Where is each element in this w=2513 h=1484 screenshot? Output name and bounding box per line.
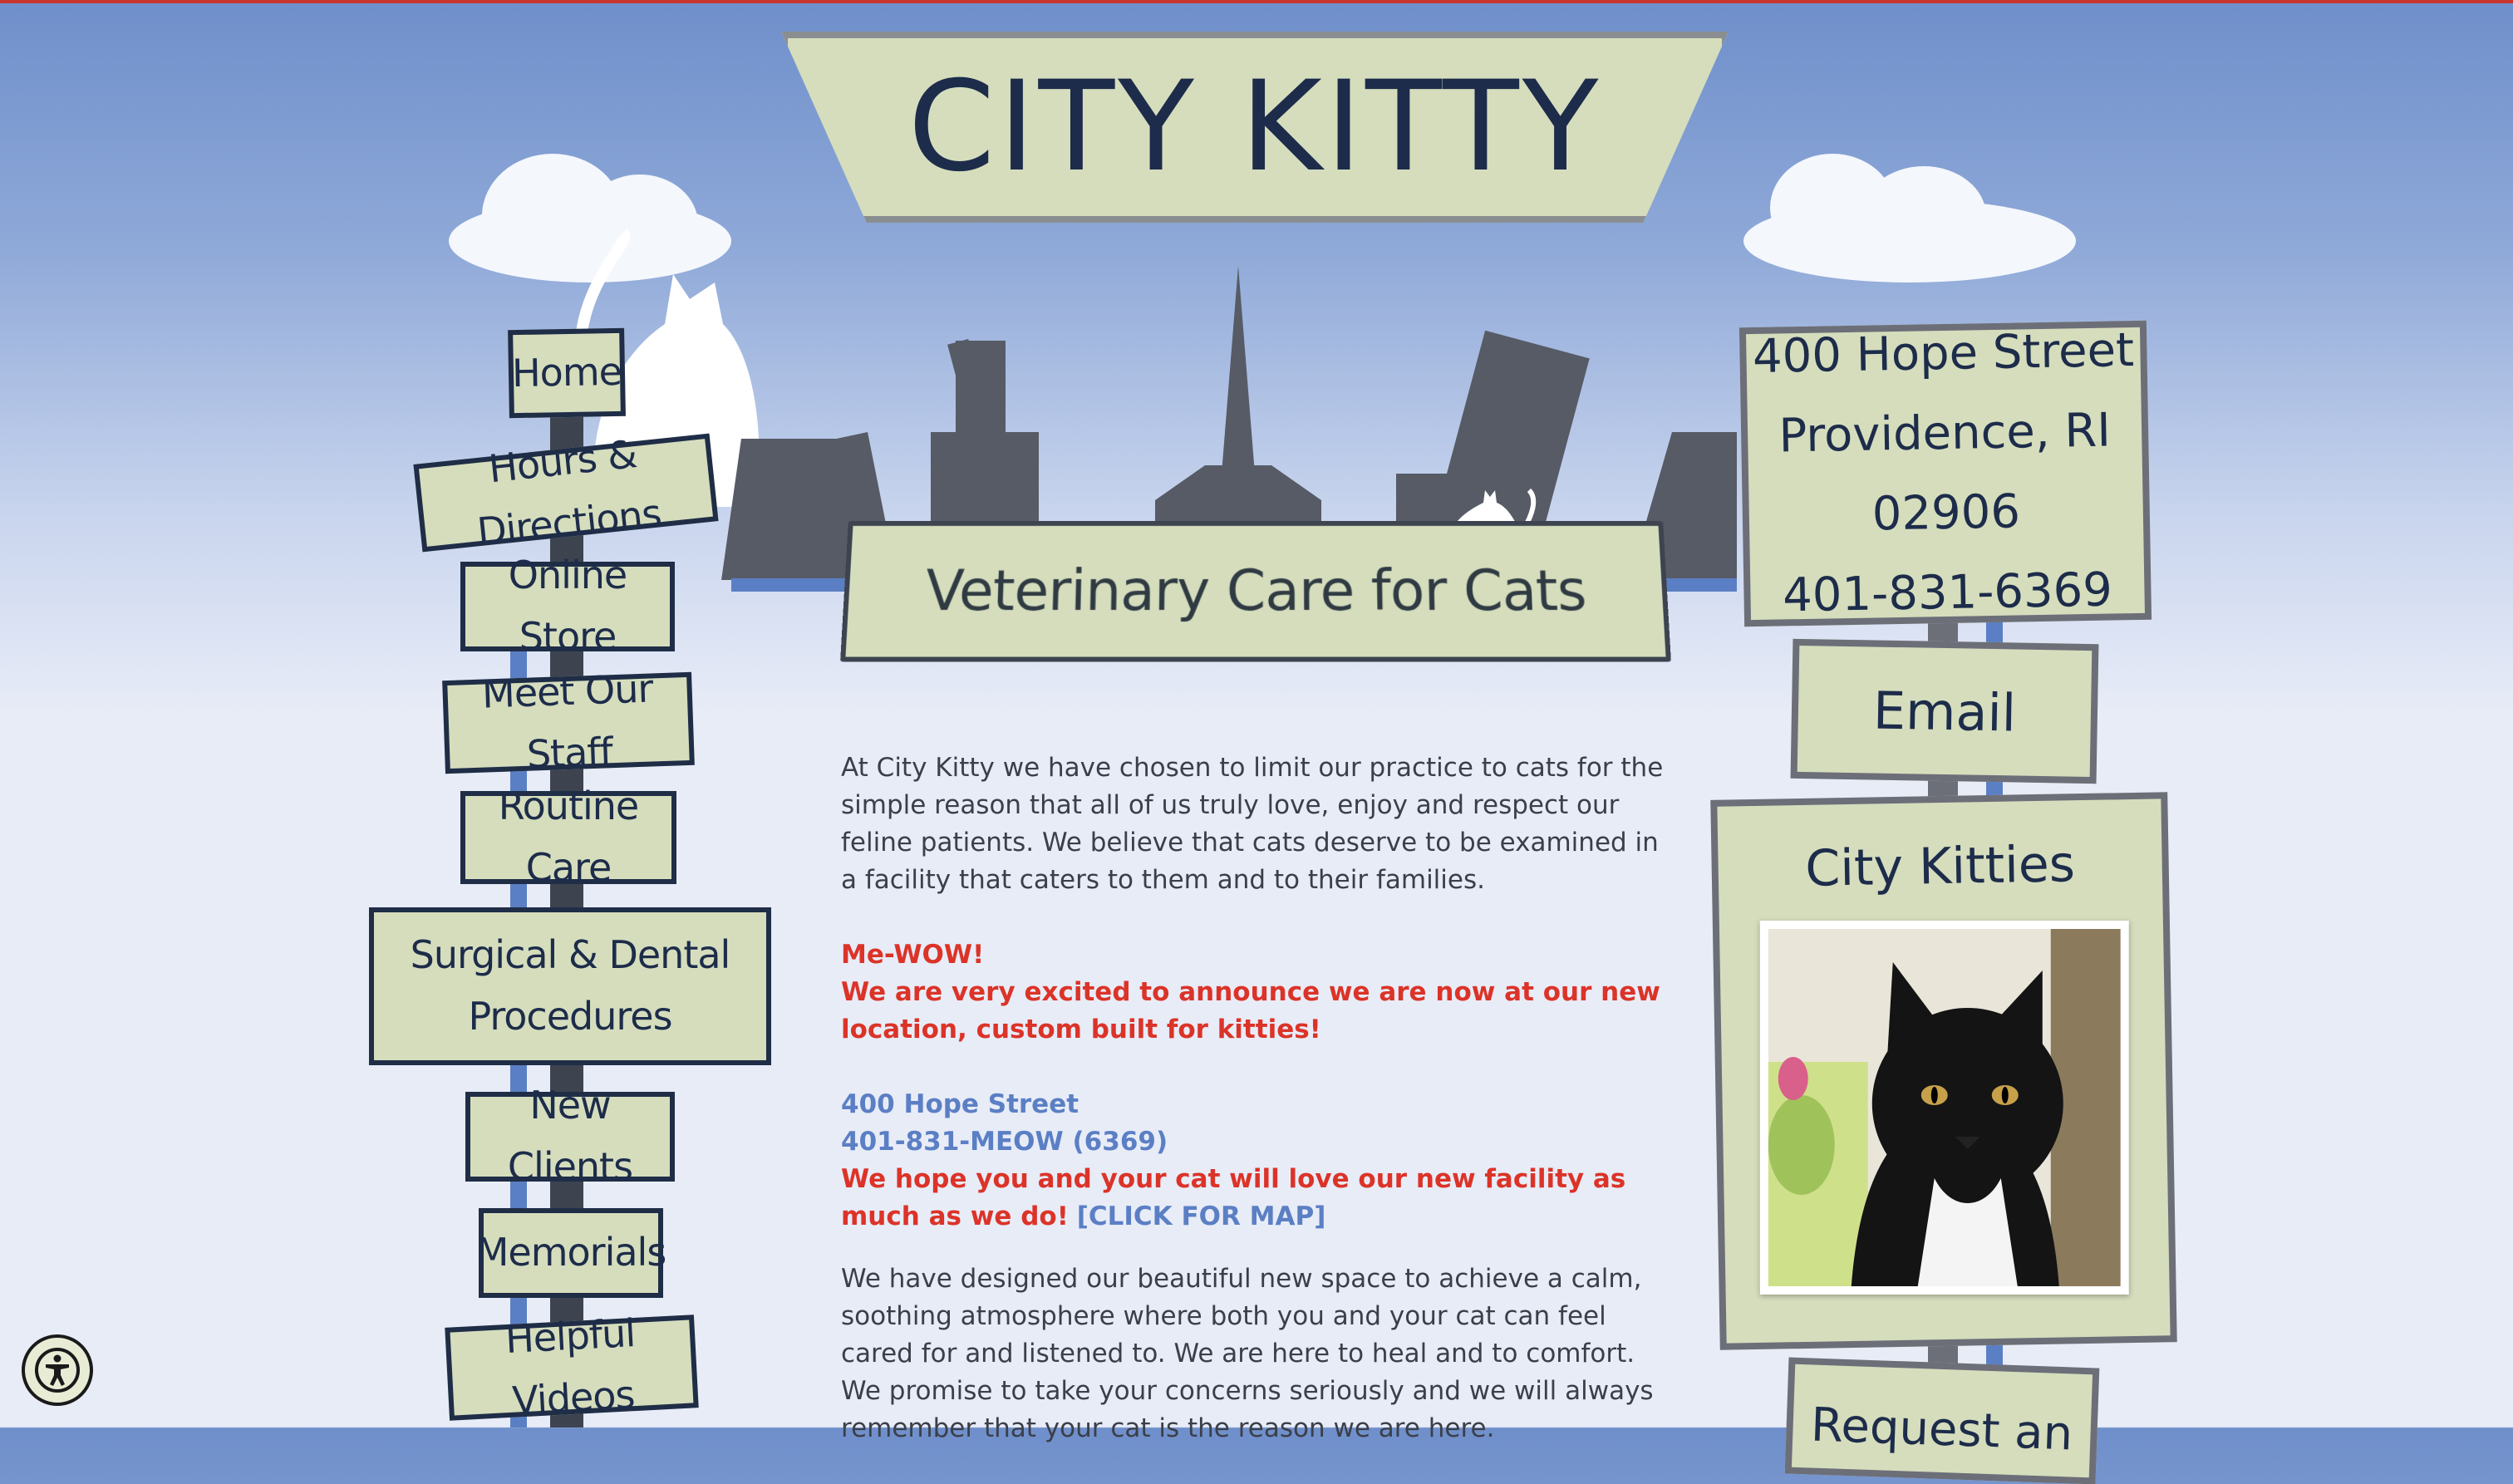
site-title: City Kitty	[907, 55, 1602, 199]
email-label: Email	[1872, 680, 2017, 743]
announcement: We are very excited to announce we are n…	[841, 977, 1660, 1044]
address-line1: 400 Hope Street	[1752, 323, 2135, 385]
nav-surgical-label-1: Surgical & Dental	[410, 932, 731, 978]
nav-surgical-label-2: Procedures	[468, 994, 672, 1039]
main-content: At City Kitty we have chosen to limit ou…	[841, 749, 1680, 1447]
request-label: Request an	[1810, 1398, 2074, 1462]
street-address: 400 Hope Street	[841, 1089, 1079, 1119]
map-link[interactable]: [CLICK FOR MAP]	[1077, 1201, 1326, 1231]
nav-videos-label: Helpful Videos	[504, 1310, 637, 1423]
request-appointment-sign[interactable]: Request an	[1784, 1357, 2100, 1484]
email-button[interactable]: Email	[1790, 638, 2099, 784]
nav-routine-label: Routine Care	[498, 784, 639, 890]
nav-hours-directions[interactable]: Hours & Directions	[413, 431, 719, 554]
nav-surgical-dental[interactable]: Surgical & Dental Procedures	[369, 907, 771, 1065]
nav-memorials[interactable]: Memorials	[475, 1208, 667, 1298]
address-sign[interactable]: 400 Hope Street Providence, RI 02906 401…	[1738, 320, 2152, 627]
site-title-banner[interactable]: City Kitty	[781, 32, 1729, 223]
nav-home-label: Home	[511, 349, 622, 396]
nav-new-clients[interactable]: New Clients	[465, 1083, 675, 1189]
intro-paragraph: At City Kitty we have chosen to limit ou…	[841, 753, 1664, 895]
city-kitties-panel[interactable]: City Kitties	[1710, 792, 2177, 1350]
nav-online-store[interactable]: Online Store	[460, 553, 675, 659]
black-white-cat-image	[1768, 928, 2121, 1286]
tagline: Veterinary Care for Cats	[923, 558, 1588, 624]
nav-new-clients-label: New Clients	[507, 1083, 633, 1189]
tagline-banner: Veterinary Care for Cats	[840, 521, 1671, 662]
nav-meet-staff[interactable]: Meet Our Staff	[442, 666, 695, 777]
phone-number: 401-831-6369	[1782, 563, 2113, 623]
top-accent-line	[0, 0, 2513, 3]
nav-helpful-videos[interactable]: Helpful Videos	[445, 1310, 699, 1423]
nav-home[interactable]: Home	[508, 327, 626, 419]
accessibility-icon	[35, 1348, 80, 1393]
accessibility-button[interactable]	[22, 1334, 93, 1406]
mewow-heading: Me-WOW!	[841, 940, 985, 970]
nav-staff-label: Meet Our Staff	[481, 666, 654, 777]
city-kitties-label: City Kitties	[1804, 835, 2076, 898]
address-line2: Providence, RI 02906	[1778, 403, 2112, 542]
designed-paragraph: We have designed our beautiful new space…	[841, 1264, 1654, 1443]
phone-meow: 401-831-MEOW (6369)	[841, 1127, 1168, 1157]
nav-memorials-label: Memorials	[475, 1230, 667, 1275]
nav-store-label: Online Store	[508, 553, 627, 659]
cat-photo[interactable]	[1759, 920, 2129, 1295]
nav-routine-care[interactable]: Routine Care	[460, 784, 676, 890]
